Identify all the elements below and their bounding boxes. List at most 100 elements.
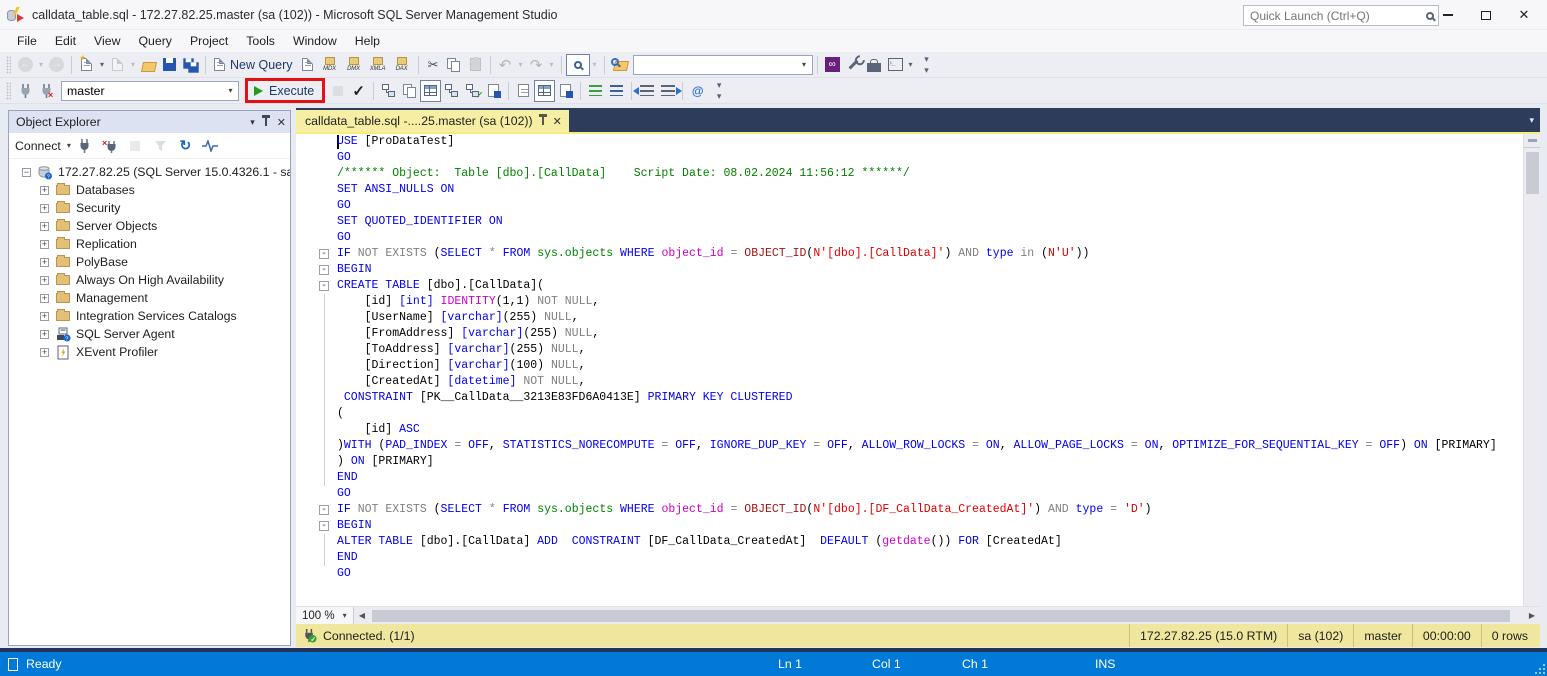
- expand-icon[interactable]: +: [40, 347, 49, 357]
- cut-icon[interactable]: ✂: [423, 54, 444, 76]
- toolbar-overflow-icon[interactable]: ▾ ▾: [708, 80, 729, 102]
- connect-object-explorer-icon[interactable]: [75, 135, 96, 157]
- split-editor-handle[interactable]: [1524, 134, 1540, 148]
- comment-selection-icon[interactable]: [585, 80, 606, 102]
- close-button[interactable]: ✕: [1505, 0, 1543, 30]
- expand-icon[interactable]: +: [40, 311, 49, 321]
- display-estimated-plan-icon[interactable]: [378, 80, 399, 102]
- find-replace-icon[interactable]: [565, 53, 590, 76]
- fold-collapse-icon[interactable]: -: [319, 281, 329, 291]
- fold-collapse-icon[interactable]: -: [319, 265, 329, 275]
- tree-node-server[interactable]: −? 172.27.82.25 (SQL Server 15.0.4326.1 -…: [9, 163, 290, 181]
- quick-launch-input[interactable]: [1250, 8, 1426, 23]
- redo-icon[interactable]: ↷: [526, 54, 547, 76]
- database-combobox[interactable]: ▾: [61, 80, 239, 101]
- mdx-query-icon[interactable]: MDX: [318, 54, 342, 76]
- find-dropdown-icon[interactable]: ▾: [590, 54, 600, 76]
- filter-icon[interactable]: [150, 135, 171, 157]
- include-actual-plan-icon[interactable]: ✓: [462, 80, 483, 102]
- menu-tools[interactable]: Tools: [237, 31, 284, 51]
- new-query-button[interactable]: New Query: [210, 54, 297, 76]
- fold-collapse-icon[interactable]: -: [319, 521, 329, 531]
- toolbar-grip[interactable]: [6, 55, 11, 74]
- close-panel-icon[interactable]: ✕: [277, 116, 286, 129]
- results-to-text-icon[interactable]: [513, 80, 534, 102]
- xmla-query-icon[interactable]: XMLA: [366, 54, 390, 76]
- wrench-icon[interactable]: [843, 54, 864, 76]
- menu-help[interactable]: Help: [346, 31, 389, 51]
- undo-icon[interactable]: ↶: [495, 54, 516, 76]
- code-area[interactable]: USE [ProDataTest] GO /****** Object: Table…: [296, 134, 1540, 606]
- undo-dropdown-icon[interactable]: ▾: [516, 54, 526, 76]
- find-combobox-dropdown-icon[interactable]: ▾: [797, 56, 812, 74]
- menu-view[interactable]: View: [85, 31, 129, 51]
- toolbar-grip[interactable]: [6, 81, 11, 100]
- toolbox-icon[interactable]: [864, 54, 885, 76]
- tree-node-xevent-profiler[interactable]: + XEvent Profiler: [9, 343, 290, 361]
- paste-icon[interactable]: [465, 54, 486, 76]
- navigate-back-icon[interactable]: ←: [15, 54, 36, 76]
- tree-node-sql-server-agent[interactable]: +? SQL Server Agent: [9, 325, 290, 343]
- tree-node-management[interactable]: + Management: [9, 289, 290, 307]
- document-list-dropdown-icon[interactable]: ▾: [1529, 115, 1534, 126]
- expand-icon[interactable]: +: [40, 185, 49, 195]
- change-connection-icon[interactable]: ×: [36, 80, 57, 102]
- new-project-icon[interactable]: [107, 54, 128, 76]
- expand-icon[interactable]: +: [40, 275, 49, 285]
- dmx-query-icon[interactable]: DMX: [342, 54, 366, 76]
- tree-node-server-objects[interactable]: + Server Objects: [9, 217, 290, 235]
- scroll-left-icon[interactable]: ◀: [354, 611, 370, 620]
- minimize-button[interactable]: [1429, 0, 1467, 30]
- database-combobox-dropdown-icon[interactable]: ▾: [223, 82, 238, 100]
- activity-monitor-icon[interactable]: [200, 135, 221, 157]
- vertical-scrollbar-thumb[interactable]: [1526, 152, 1539, 194]
- cancel-query-icon[interactable]: [327, 80, 348, 102]
- redo-dropdown-icon[interactable]: ▾: [547, 54, 557, 76]
- menu-window[interactable]: Window: [284, 31, 346, 51]
- navigate-forward-icon[interactable]: →: [46, 54, 67, 76]
- specify-template-values-icon[interactable]: @: [687, 80, 708, 102]
- tree-node-polybase[interactable]: + PolyBase: [9, 253, 290, 271]
- new-project-dropdown-icon[interactable]: ▾: [128, 54, 138, 76]
- execute-button[interactable]: Execute: [254, 84, 314, 98]
- decrease-indent-icon[interactable]: [632, 80, 657, 102]
- expand-icon[interactable]: +: [40, 239, 49, 249]
- window-position-icon[interactable]: ▾: [250, 117, 255, 128]
- menu-project[interactable]: Project: [181, 31, 237, 51]
- navigate-back-dropdown-icon[interactable]: ▾: [36, 54, 46, 76]
- tree-node-security[interactable]: + Security: [9, 199, 290, 217]
- command-window-dropdown-icon[interactable]: ▾: [906, 54, 916, 76]
- expand-icon[interactable]: +: [40, 329, 49, 339]
- live-query-statistics-icon[interactable]: [441, 80, 462, 102]
- expand-icon[interactable]: +: [40, 221, 49, 231]
- find-combobox[interactable]: ▾: [632, 54, 813, 75]
- zoom-selector[interactable]: 100 % ▾: [296, 606, 354, 625]
- command-window-icon[interactable]: ›_: [885, 54, 906, 76]
- expand-icon[interactable]: +: [40, 203, 49, 213]
- horizontal-scrollbar-thumb[interactable]: [372, 610, 1510, 622]
- tree-node-databases[interactable]: + Databases: [9, 181, 290, 199]
- pin-tab-icon[interactable]: [538, 114, 547, 125]
- tree-node-replication[interactable]: + Replication: [9, 235, 290, 253]
- find-combobox-input[interactable]: [638, 57, 797, 72]
- vertical-scrollbar[interactable]: [1523, 134, 1540, 606]
- toolbar-overflow-icon[interactable]: ▾ ▾: [916, 54, 937, 76]
- refresh-icon[interactable]: ↻: [175, 135, 196, 157]
- results-to-file-icon[interactable]: [555, 80, 576, 102]
- increase-indent-icon[interactable]: [657, 80, 682, 102]
- find-in-files-icon[interactable]: [609, 54, 633, 76]
- copy-icon[interactable]: [444, 54, 465, 76]
- document-tab[interactable]: calldata_table.sql -....25.master (sa (1…: [296, 110, 569, 132]
- connect-dropdown-icon[interactable]: ▾: [67, 141, 71, 150]
- tree-node-always-on-high-availability[interactable]: + Always On High Availability: [9, 271, 290, 289]
- collapse-icon[interactable]: −: [22, 167, 31, 177]
- new-query-dropdown-icon[interactable]: ▾: [97, 54, 107, 76]
- results-to-grid-icon[interactable]: [534, 79, 556, 102]
- quick-launch-box[interactable]: [1243, 5, 1439, 26]
- expand-icon[interactable]: +: [40, 293, 49, 303]
- maximize-button[interactable]: [1467, 0, 1505, 30]
- new-database-engine-query-icon[interactable]: [297, 54, 318, 76]
- stop-icon[interactable]: [125, 135, 146, 157]
- connect-button[interactable]: Connect: [15, 139, 61, 153]
- scroll-right-icon[interactable]: ▶: [1524, 611, 1540, 620]
